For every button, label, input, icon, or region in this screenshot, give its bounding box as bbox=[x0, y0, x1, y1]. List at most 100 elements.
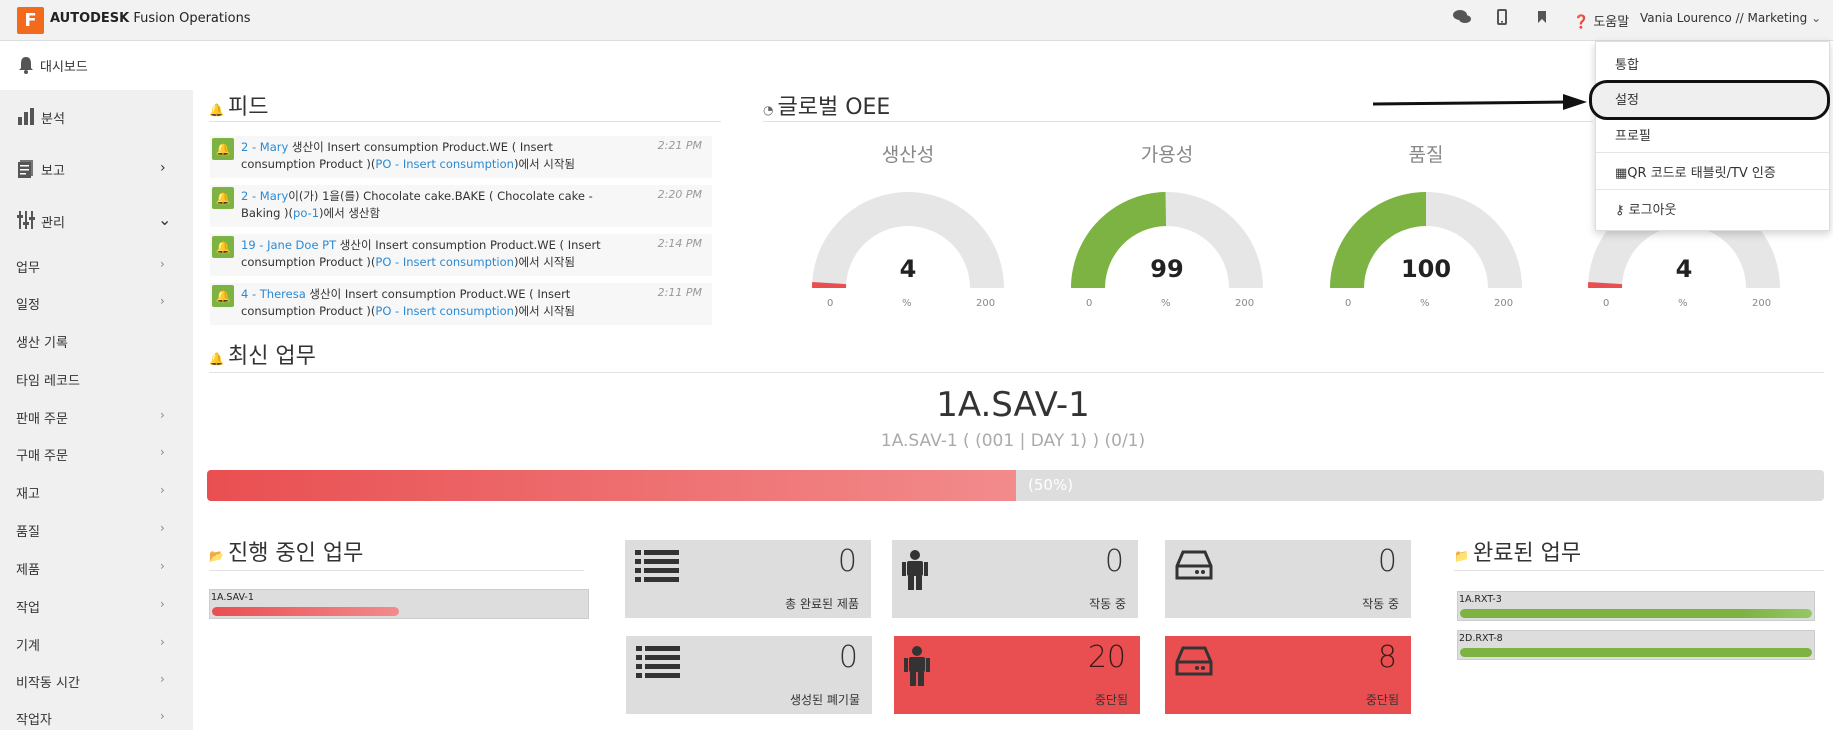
feed-order-link[interactable]: PO - Insert consumption bbox=[375, 255, 514, 269]
feed-user-link[interactable]: 2 - Mary bbox=[241, 189, 288, 203]
sidebar-item-sales-orders[interactable]: 판매 주문 bbox=[16, 408, 68, 427]
feed-title-text: 피드 bbox=[227, 95, 269, 120]
in-progress-title: 📂 진행 중인 업무 bbox=[209, 535, 363, 567]
sidebar-item-inventory[interactable]: 재고 bbox=[16, 483, 40, 502]
sidebar: 분석 보고 › 관리 ⌄ 업무 › 일정 › 생산 기록 타임 레코드 판매 주… bbox=[0, 90, 193, 730]
list-icon bbox=[636, 646, 680, 684]
machine-icon bbox=[1175, 550, 1213, 584]
feed-text-part: )에서 시작됨 bbox=[513, 255, 575, 269]
bell-icon: 🔔 bbox=[212, 138, 234, 160]
sidebar-item-purchase-orders[interactable]: 구매 주문 bbox=[16, 445, 68, 464]
gauge-min: 0 bbox=[1086, 298, 1093, 309]
feed-time: 2:11 PM bbox=[657, 286, 702, 299]
tile-value: 0 bbox=[837, 544, 857, 579]
feed-text-part: )에서 시작됨 bbox=[513, 157, 575, 171]
chevron-down-icon: ⌄ bbox=[1811, 11, 1822, 25]
oee-title-text: 글로벌 OEE bbox=[777, 95, 891, 120]
chevron-right-icon: › bbox=[160, 408, 165, 422]
gauge-max: 200 bbox=[1235, 298, 1255, 309]
annotation-arrow bbox=[1373, 94, 1587, 110]
feed-user-link[interactable]: 4 - Theresa bbox=[241, 287, 306, 301]
chat-icon[interactable] bbox=[1451, 9, 1473, 29]
chevron-right-icon: › bbox=[160, 635, 165, 649]
menu-item-integration[interactable]: 통합 bbox=[1615, 54, 1639, 73]
help-link[interactable]: ❓ 도움말 bbox=[1573, 11, 1629, 30]
sidebar-item-time-record[interactable]: 타임 레코드 bbox=[16, 370, 80, 389]
feed-time: 2:14 PM bbox=[657, 237, 702, 250]
latest-job-title: 🔔 최신 업무 bbox=[209, 338, 316, 370]
mobile-icon[interactable] bbox=[1491, 9, 1513, 29]
tile-label: 총 완료된 제품 bbox=[785, 597, 859, 611]
stat-tile: 0 작동 중 bbox=[1165, 540, 1411, 618]
chevron-right-icon: › bbox=[160, 521, 165, 535]
feed-item-text: 2 - Mary이(가) 1을(를) Chocolate cake.BAKE (… bbox=[241, 188, 621, 222]
gauge-value: 4 bbox=[899, 255, 917, 283]
job-bar[interactable]: 2D.RXT-8 bbox=[1457, 630, 1815, 660]
job-bar[interactable]: 1A.RXT-3 bbox=[1457, 591, 1815, 621]
gauge-label: 생산성 bbox=[881, 144, 935, 166]
dashboard-row[interactable]: 대시보드 bbox=[0, 41, 1833, 90]
menu-item-logout-label: 로그아웃 bbox=[1628, 203, 1677, 218]
sidebar-dashboard: 대시보드 bbox=[40, 60, 88, 75]
chevron-right-icon: › bbox=[160, 672, 165, 686]
feed-order-link[interactable]: PO - Insert consumption bbox=[375, 304, 514, 318]
worker-icon bbox=[902, 550, 928, 594]
gauge-unit: % bbox=[1420, 298, 1430, 309]
sidebar-item-analytics[interactable]: 분석 bbox=[41, 108, 65, 127]
job-bar[interactable]: 1A.SAV-1 bbox=[209, 589, 589, 619]
stat-tile: 20 중단됨 bbox=[894, 636, 1140, 714]
list-icon bbox=[635, 550, 679, 588]
user-menu[interactable]: Vania Lourenco // Marketing ⌄ bbox=[1640, 11, 1821, 25]
chevron-right-icon: › bbox=[160, 559, 165, 573]
help-label: 도움말 bbox=[1593, 15, 1630, 30]
tile-value: 20 bbox=[1087, 640, 1126, 675]
tile-value: 0 bbox=[1104, 544, 1124, 579]
gauge-max: 200 bbox=[1752, 298, 1772, 309]
feed-user-link[interactable]: 2 - Mary bbox=[241, 140, 288, 154]
gauge-max: 200 bbox=[1494, 298, 1514, 309]
feed-order-link[interactable]: PO - Insert consumption bbox=[375, 157, 514, 171]
user-label: Vania Lourenco // Marketing bbox=[1640, 11, 1808, 25]
stat-tile: 8 중단됨 bbox=[1165, 636, 1411, 714]
fusion-logo[interactable]: F bbox=[17, 7, 44, 34]
feed-user-link[interactable]: 19 - Jane Doe PT bbox=[241, 238, 336, 252]
bell-icon: 🔔 bbox=[212, 285, 234, 307]
menu-item-qr-label: QR 코드로 태블릿/TV 인증 bbox=[1627, 166, 1776, 181]
menu-item-settings[interactable]: 설정 bbox=[1615, 89, 1639, 108]
app-title: AUTODESK Fusion Operations bbox=[50, 11, 251, 26]
job-name: 1A.RXT-3 bbox=[1459, 594, 1502, 605]
speedometer-icon: ◔ bbox=[763, 103, 774, 117]
job-progress-fill bbox=[1460, 648, 1812, 657]
menu-item-logout[interactable]: ⚷ 로그아웃 bbox=[1615, 199, 1677, 218]
bookmark-icon[interactable] bbox=[1531, 9, 1553, 28]
gauge-unit: % bbox=[1678, 298, 1688, 309]
sidebar-item-downtime[interactable]: 비작동 시간 bbox=[16, 672, 80, 691]
sidebar-item-manage[interactable]: 관리 bbox=[41, 212, 65, 231]
analytics-icon bbox=[17, 107, 35, 129]
feed-order-link[interactable]: po-1 bbox=[293, 206, 319, 220]
sidebar-item-schedule[interactable]: 일정 bbox=[16, 294, 40, 313]
sidebar-item-operations[interactable]: 작업 bbox=[16, 597, 40, 616]
feed-item: 🔔 19 - Jane Doe PT 생산이 Insert consumptio… bbox=[210, 234, 712, 276]
sidebar-item-quality[interactable]: 품질 bbox=[16, 521, 40, 540]
sidebar-item-production-log[interactable]: 생산 기록 bbox=[16, 332, 68, 351]
menu-item-profile[interactable]: 프로필 bbox=[1615, 125, 1651, 144]
sidebar-item-jobs[interactable]: 업무 bbox=[16, 257, 40, 276]
sidebar-item-machines[interactable]: 기계 bbox=[16, 635, 40, 654]
stat-tile: 0 작동 중 bbox=[892, 540, 1138, 618]
feed-item: 🔔 4 - Theresa 생산이 Insert consumption Pro… bbox=[210, 283, 712, 325]
tile-label: 작동 중 bbox=[1089, 597, 1126, 611]
sidebar-item-report[interactable]: 보고 bbox=[41, 160, 65, 179]
feed-item-text: 19 - Jane Doe PT 생산이 Insert consumption … bbox=[241, 237, 621, 271]
chevron-down-icon: ⌄ bbox=[158, 210, 172, 229]
bell-icon: 🔔 bbox=[212, 187, 234, 209]
menu-item-qr-auth[interactable]: ▦QR 코드로 태블릿/TV 인증 bbox=[1615, 162, 1776, 181]
divider bbox=[209, 372, 1824, 373]
chevron-right-icon: › bbox=[160, 257, 165, 271]
key-icon: ⚷ bbox=[1615, 203, 1625, 218]
sidebar-item-workers[interactable]: 작업자 bbox=[16, 709, 52, 728]
gauge-value: 100 bbox=[1400, 255, 1452, 283]
menu-divider bbox=[1596, 189, 1831, 190]
chevron-right-icon: › bbox=[160, 294, 165, 308]
sidebar-item-products[interactable]: 제품 bbox=[16, 559, 40, 578]
